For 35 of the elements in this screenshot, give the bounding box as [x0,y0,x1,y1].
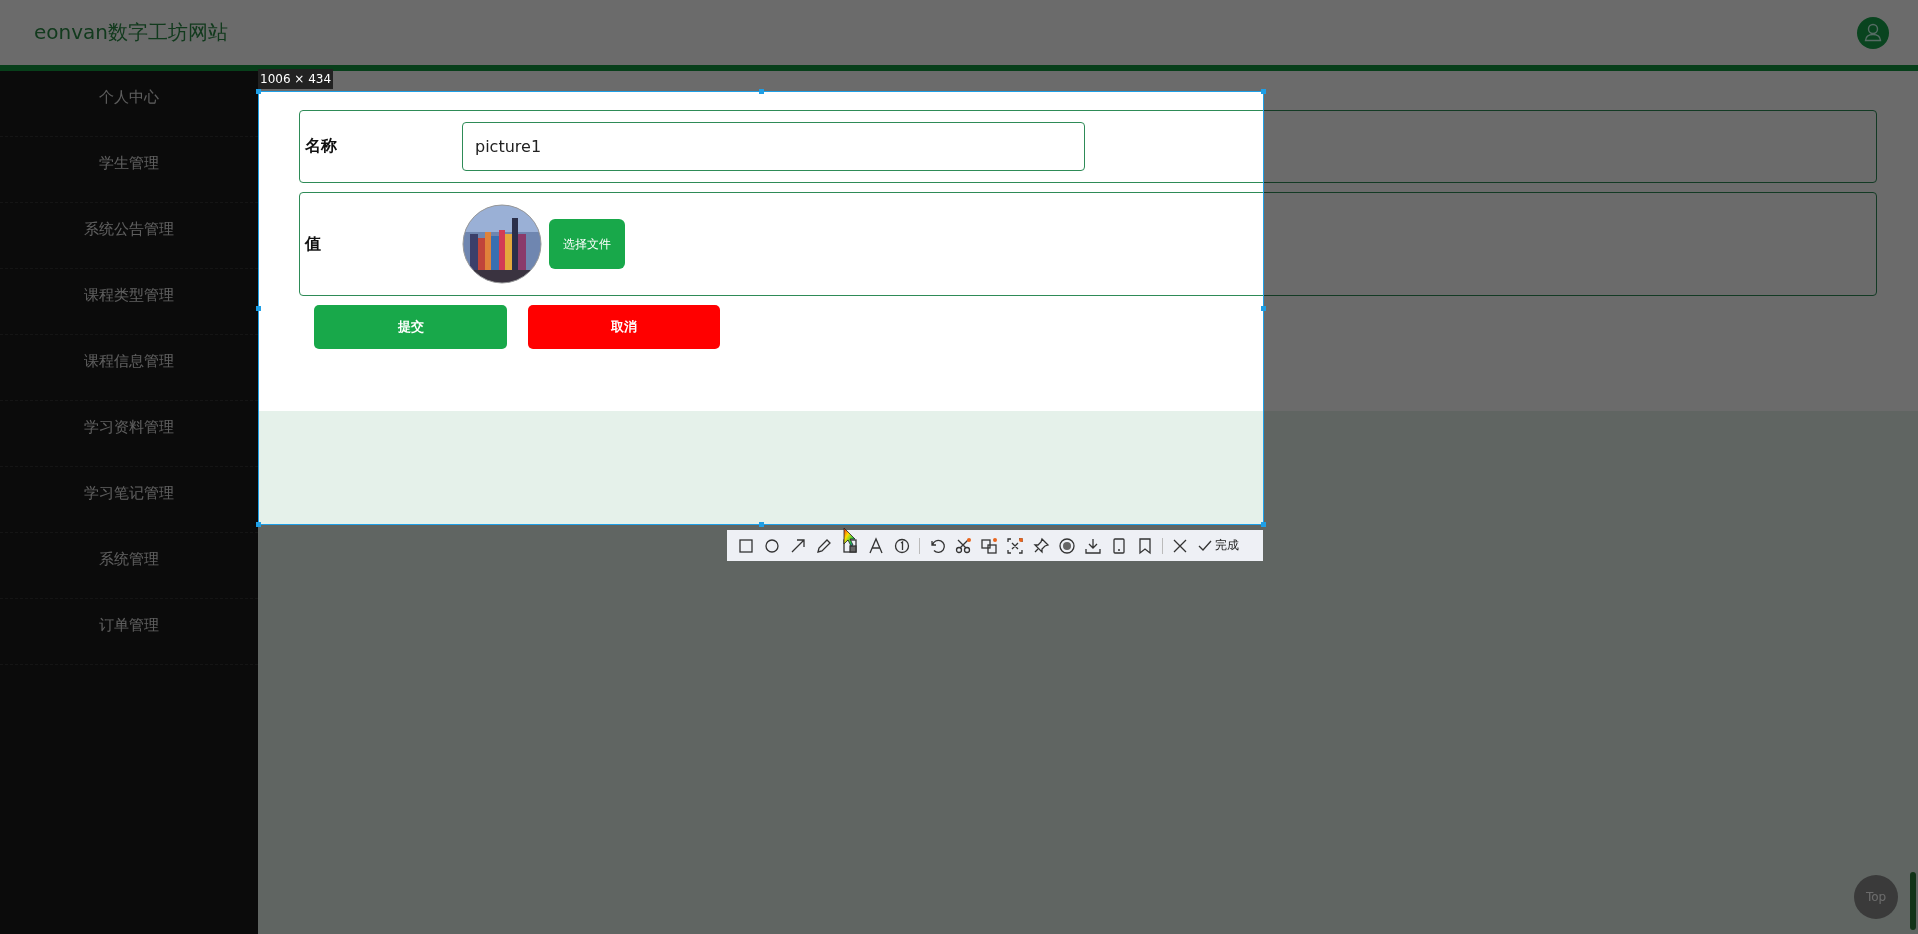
done-button[interactable]: 完成 [1197,537,1239,554]
scrollbar-thumb[interactable] [1910,872,1916,930]
phone-icon[interactable] [1110,536,1128,555]
sidebar-item[interactable]: 学生管理 [0,137,258,203]
cancel-button[interactable]: 取消 [528,305,720,349]
circle-icon[interactable] [763,536,781,555]
sidebar-item[interactable]: 系统公告管理 [0,203,258,269]
name-input-field[interactable]: picture1 [462,122,1085,171]
field-label: 值 [305,233,322,255]
number-icon[interactable] [893,536,911,555]
cut-icon[interactable] [954,536,972,555]
text-icon[interactable] [867,536,885,555]
resize-handle[interactable] [1261,89,1266,94]
field-label: 名称 [305,136,338,157]
resize-handle[interactable] [758,522,764,527]
resize-handle[interactable] [1261,522,1266,527]
site-title: eonvan数字工坊网站 [34,19,228,46]
resize-handle[interactable] [758,89,764,94]
resize-handle[interactable] [1261,305,1266,311]
arrow-icon[interactable] [789,536,807,555]
submit-button[interactable]: 提交 [314,305,507,349]
pin-icon[interactable] [1032,536,1050,555]
record-icon[interactable] [1058,536,1076,555]
sidebar-item[interactable]: 学习资料管理 [0,401,258,467]
rect-icon[interactable] [737,536,755,555]
resize-handle[interactable] [256,305,261,311]
choose-file-button[interactable]: 选择文件 [549,219,625,269]
bookmark-icon[interactable] [1136,536,1154,555]
sidebar-item[interactable]: 课程信息管理 [0,335,258,401]
download-icon[interactable] [1084,536,1102,555]
resize-handle[interactable] [256,522,261,527]
sidebar-item[interactable]: 课程类型管理 [0,269,258,335]
size-label: 1006 × 434 [258,69,334,89]
resize-handle[interactable] [256,89,261,94]
cursor-icon [843,527,857,547]
